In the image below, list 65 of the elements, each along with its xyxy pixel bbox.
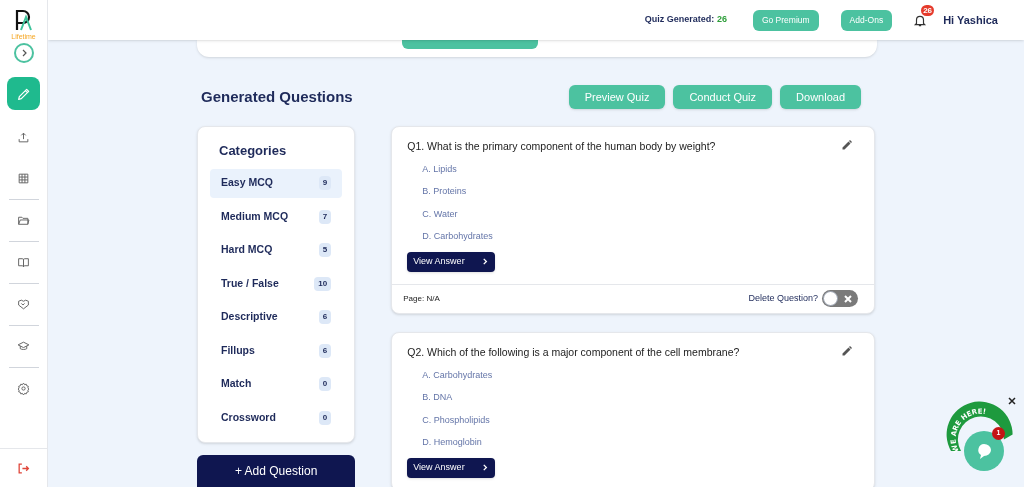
category-item[interactable]: Medium MCQ 7 xyxy=(210,202,343,231)
category-count: 6 xyxy=(318,310,332,324)
category-item[interactable]: Hard MCQ 5 xyxy=(210,235,343,265)
category-item[interactable]: Easy MCQ 9 xyxy=(210,168,343,198)
edit-icon[interactable] xyxy=(841,344,853,357)
expand-button[interactable] xyxy=(13,43,34,63)
category-item[interactable]: Crossword 0 xyxy=(210,403,343,432)
bell-icon[interactable] xyxy=(913,13,928,28)
chevron-right-icon xyxy=(482,258,490,266)
book-icon xyxy=(17,256,30,269)
category-count: 0 xyxy=(318,410,332,425)
answer-option: B. Proteins xyxy=(422,184,859,199)
user-greeting[interactable]: Hi Yashica xyxy=(943,11,998,29)
category-label: Medium MCQ xyxy=(221,208,289,224)
category-item[interactable]: Descriptive 6 xyxy=(210,302,343,332)
view-answer-button[interactable]: View Answer xyxy=(407,251,496,272)
view-answer-button[interactable]: View Answer xyxy=(407,457,496,478)
quiz-count-label: Quiz Generated: 26 xyxy=(644,13,727,27)
answer-option: A. Lipids xyxy=(422,161,859,177)
category-label: Descriptive xyxy=(221,309,278,325)
answer-option: B. DNA xyxy=(422,390,859,405)
category-count: 9 xyxy=(318,176,332,190)
category-count: 7 xyxy=(318,209,332,224)
chat-bubble-icon xyxy=(975,442,993,460)
chat-button[interactable] xyxy=(964,431,1004,471)
category-count: 0 xyxy=(318,377,332,391)
close-icon xyxy=(844,294,852,303)
close-icon[interactable] xyxy=(1008,397,1016,405)
question-text: Q2. Which of the following is a major component of the cell membrane? xyxy=(407,344,740,360)
answer-option: C. Phospholipids xyxy=(422,412,859,427)
category-item[interactable]: True / False 10 xyxy=(210,269,343,298)
category-count: 6 xyxy=(318,343,332,358)
answer-option: D. Carbohydrates xyxy=(422,229,859,244)
chevron-right-icon xyxy=(482,464,490,471)
page-label: Page: N/A xyxy=(403,292,440,305)
nav-button[interactable] xyxy=(7,77,40,110)
answer-option: D. Hemoglobin xyxy=(422,435,859,450)
category-label: True / False xyxy=(221,275,279,291)
delete-label: Delete Question? xyxy=(748,292,818,305)
folder-icon xyxy=(17,214,30,227)
category-label: Crossword xyxy=(221,409,276,425)
settings-icon xyxy=(17,382,30,395)
category-count: 10 xyxy=(314,276,332,291)
generate-button[interactable] xyxy=(401,40,538,49)
logout-icon xyxy=(17,461,30,475)
logo-icon xyxy=(13,8,34,32)
category-label: Match xyxy=(221,376,252,392)
category-item[interactable]: Fillups 6 xyxy=(210,336,343,365)
section-title: Generated Questions xyxy=(201,86,353,107)
edit-icon[interactable] xyxy=(841,139,853,151)
upload-icon xyxy=(17,131,30,144)
delete-toggle[interactable] xyxy=(822,290,858,308)
graduation-cap-icon xyxy=(17,340,30,353)
categories-title: Categories xyxy=(219,142,288,160)
notification-badge: 26 xyxy=(921,5,935,16)
answer-option: C. Water xyxy=(422,206,859,222)
grid-icon xyxy=(17,172,30,185)
category-item[interactable]: Match 0 xyxy=(210,369,343,399)
category-count: 5 xyxy=(318,243,332,257)
category-label: Fillups xyxy=(221,342,255,358)
category-label: Hard MCQ xyxy=(221,242,273,258)
answer-option: A. Carbohydrates xyxy=(422,367,859,382)
question-text: Q1. What is the primary component of the human body by weight? xyxy=(407,139,716,154)
add-question-button[interactable]: + Add Question xyxy=(197,455,356,487)
category-label: Easy MCQ xyxy=(221,175,273,191)
